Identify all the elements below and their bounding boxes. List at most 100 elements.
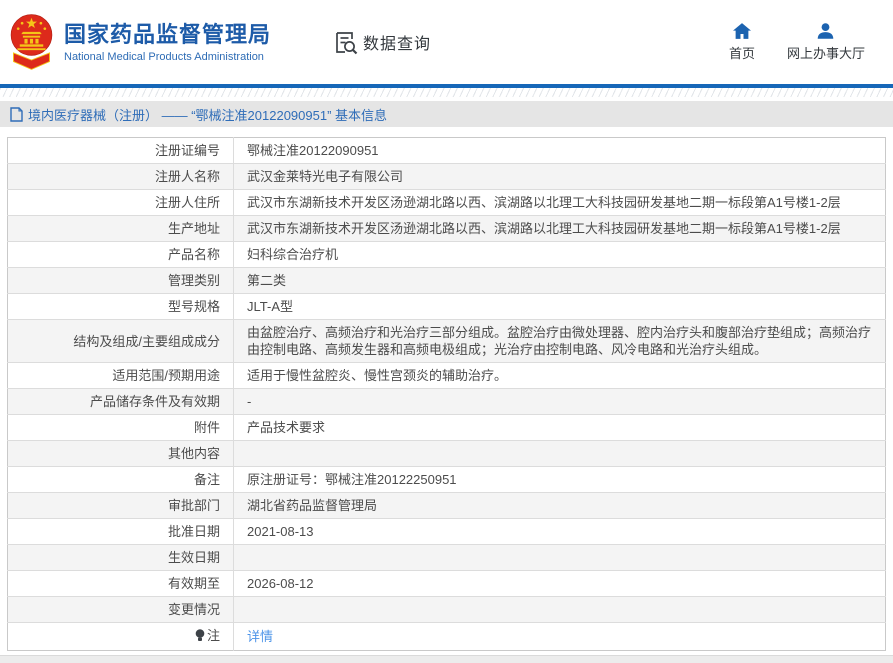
table-row: 结构及组成/主要组成成分 由盆腔治疗、高频治疗和光治疗三部分组成。盆腔治疗由微处… [8, 320, 886, 363]
field-label: 生产地址 [8, 216, 234, 242]
detail-link[interactable]: 详情 [247, 629, 273, 644]
table-row: 适用范围/预期用途 适用于慢性盆腔炎、慢性宫颈炎的辅助治疗。 [8, 363, 886, 389]
table-row: 管理类别 第二类 [8, 268, 886, 294]
field-label-text: 型号规格 [168, 299, 220, 314]
document-search-icon [333, 30, 358, 55]
field-value: 原注册证号：鄂械注准20122250951 [234, 467, 886, 493]
field-value: 2026-08-12 [234, 571, 886, 597]
field-value [234, 441, 886, 467]
field-label: 适用范围/预期用途 [8, 363, 234, 389]
field-label: 备注 [8, 467, 234, 493]
field-label-text: 其他内容 [168, 446, 220, 461]
table-row: 附件 产品技术要求 [8, 415, 886, 441]
page: 国家药品监督管理局 National Medical Products Admi… [0, 0, 893, 663]
field-label: 注 [8, 623, 234, 651]
nav-item-online-hall[interactable]: 网上办事大厅 [787, 23, 865, 62]
table-row: 有效期至 2026-08-12 [8, 571, 886, 597]
table-row: 生效日期 [8, 545, 886, 571]
table-row: 产品名称 妇科综合治疗机 [8, 242, 886, 268]
table-row: 注册人住所 武汉市东湖新技术开发区汤逊湖北路以西、滨湖路以北理工大科技园研发基地… [8, 190, 886, 216]
info-table-body: 注册证编号 鄂械注准20122090951 注册人名称 武汉金莱特光电子有限公司… [8, 138, 886, 651]
field-label: 管理类别 [8, 268, 234, 294]
field-label: 型号规格 [8, 294, 234, 320]
field-value: 产品技术要求 [234, 415, 886, 441]
field-label-text: 审批部门 [168, 498, 220, 513]
org-name-zh: 国家药品监督管理局 [64, 22, 271, 48]
page-footer [0, 655, 893, 663]
table-row: 型号规格 JLT-A型 [8, 294, 886, 320]
org-name-en: National Medical Products Administration [64, 51, 271, 63]
nav-item-home[interactable]: 首页 [729, 23, 755, 62]
field-value: 湖北省药品监督管理局 [234, 493, 886, 519]
field-value [234, 545, 886, 571]
field-label: 注册证编号 [8, 138, 234, 164]
field-label-text: 适用范围/预期用途 [112, 368, 220, 383]
field-label-text: 附件 [194, 420, 220, 435]
field-label-text: 产品名称 [168, 247, 220, 262]
table-row: 生产地址 武汉市东湖新技术开发区汤逊湖北路以西、滨湖路以北理工大科技园研发基地二… [8, 216, 886, 242]
field-value: 武汉市东湖新技术开发区汤逊湖北路以西、滨湖路以北理工大科技园研发基地二期一标段第… [234, 190, 886, 216]
field-label-text: 注册证编号 [155, 143, 220, 158]
field-label-text: 注册人名称 [155, 169, 220, 184]
field-label-text: 生效日期 [168, 550, 220, 565]
field-label-text: 有效期至 [168, 576, 220, 591]
field-value: 详情 [234, 623, 886, 651]
field-value: 第二类 [234, 268, 886, 294]
field-label: 生效日期 [8, 545, 234, 571]
table-row: 其他内容 [8, 441, 886, 467]
field-label-text: 管理类别 [168, 273, 220, 288]
document-icon [10, 107, 23, 122]
table-row: 注 详情 [8, 623, 886, 651]
field-label: 注册人名称 [8, 164, 234, 190]
data-query-tab[interactable]: 数据查询 [333, 30, 431, 55]
field-value: 武汉金莱特光电子有限公司 [234, 164, 886, 190]
breadcrumb-text: 境内医疗器械（注册） —— “鄂械注准20122090951” 基本信息 [28, 105, 387, 124]
breadcrumb: 境内医疗器械（注册） —— “鄂械注准20122090951” 基本信息 [0, 101, 893, 127]
home-icon [733, 23, 751, 39]
field-value: 妇科综合治疗机 [234, 242, 886, 268]
site-header: 国家药品监督管理局 National Medical Products Admi… [0, 0, 893, 84]
hatch-divider [0, 88, 893, 97]
field-value: - [234, 389, 886, 415]
field-label-text: 生产地址 [168, 221, 220, 236]
field-label: 变更情况 [8, 597, 234, 623]
person-icon [817, 23, 834, 39]
field-label: 结构及组成/主要组成成分 [8, 320, 234, 363]
field-label: 其他内容 [8, 441, 234, 467]
table-row: 产品储存条件及有效期 - [8, 389, 886, 415]
header-nav: 首页 网上办事大厅 [729, 23, 865, 62]
field-label-text: 结构及组成/主要组成成分 [73, 334, 220, 349]
table-row: 备注 原注册证号：鄂械注准20122250951 [8, 467, 886, 493]
table-row: 审批部门 湖北省药品监督管理局 [8, 493, 886, 519]
field-value: 武汉市东湖新技术开发区汤逊湖北路以西、滨湖路以北理工大科技园研发基地二期一标段第… [234, 216, 886, 242]
field-value: 2021-08-13 [234, 519, 886, 545]
registration-info-table: 注册证编号 鄂械注准20122090951 注册人名称 武汉金莱特光电子有限公司… [7, 137, 886, 651]
field-label: 批准日期 [8, 519, 234, 545]
field-label-text: 批准日期 [168, 524, 220, 539]
field-label: 产品名称 [8, 242, 234, 268]
table-row: 批准日期 2021-08-13 [8, 519, 886, 545]
table-row: 注册人名称 武汉金莱特光电子有限公司 [8, 164, 886, 190]
field-label-text: 注 [207, 628, 220, 643]
field-value: 适用于慢性盆腔炎、慢性宫颈炎的辅助治疗。 [234, 363, 886, 389]
field-label-text: 备注 [194, 472, 220, 487]
note-bulb-icon [195, 629, 205, 646]
field-value [234, 597, 886, 623]
data-query-label: 数据查询 [363, 30, 431, 54]
field-label: 产品储存条件及有效期 [8, 389, 234, 415]
field-label: 有效期至 [8, 571, 234, 597]
field-value: JLT-A型 [234, 294, 886, 320]
field-label: 附件 [8, 415, 234, 441]
nav-item-label: 网上办事大厅 [787, 43, 865, 62]
table-row: 注册证编号 鄂械注准20122090951 [8, 138, 886, 164]
table-row: 变更情况 [8, 597, 886, 623]
field-label-text: 变更情况 [168, 602, 220, 617]
field-value: 由盆腔治疗、高频治疗和光治疗三部分组成。盆腔治疗由微处理器、腔内治疗头和腹部治疗… [234, 320, 886, 363]
field-label-text: 产品储存条件及有效期 [90, 394, 220, 409]
field-label: 审批部门 [8, 493, 234, 519]
field-label-text: 注册人住所 [155, 195, 220, 210]
national-emblem-logo [8, 13, 55, 71]
field-label: 注册人住所 [8, 190, 234, 216]
org-names: 国家药品监督管理局 National Medical Products Admi… [64, 22, 271, 63]
main-content: 注册证编号 鄂械注准20122090951 注册人名称 武汉金莱特光电子有限公司… [0, 127, 893, 651]
